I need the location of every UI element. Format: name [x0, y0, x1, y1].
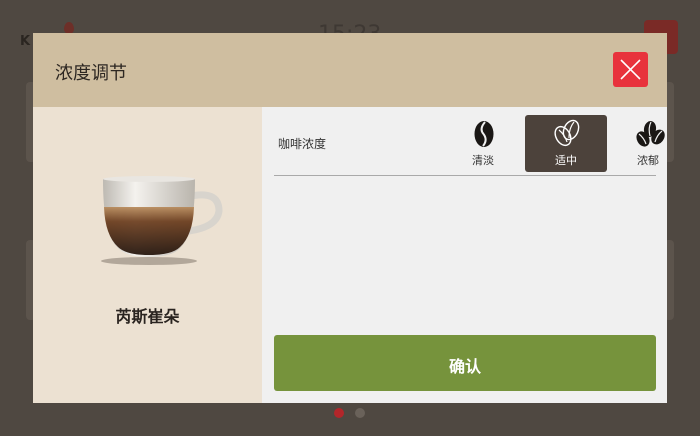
strength-dialog: 浓度调节 芮斯崔朵 咖啡浓度 清淡 适中 浓郁 确认	[33, 33, 667, 403]
double-bean-icon	[554, 119, 580, 147]
strength-option-light[interactable]: 清淡	[442, 115, 524, 172]
close-button[interactable]	[613, 52, 648, 87]
strength-option-medium[interactable]: 适中	[525, 115, 607, 172]
product-panel: 芮斯崔朵	[33, 107, 262, 403]
strength-option-strong-label: 浓郁	[637, 154, 659, 167]
page-dot	[355, 408, 365, 418]
product-name: 芮斯崔朵	[115, 307, 180, 326]
page-dot-active	[334, 408, 344, 418]
strength-option-strong[interactable]: 浓郁	[607, 115, 667, 172]
triple-bean-icon	[636, 121, 665, 147]
background-logo: K	[20, 34, 31, 49]
strength-label: 咖啡浓度	[278, 137, 327, 151]
confirm-button[interactable]: 确认	[274, 335, 656, 391]
dialog-header: 浓度调节	[33, 33, 667, 107]
strength-option-medium-label: 适中	[555, 154, 577, 167]
close-icon	[620, 59, 641, 80]
coffee-cup-image	[91, 175, 225, 267]
divider	[274, 175, 656, 176]
strength-option-light-label: 清淡	[472, 154, 494, 167]
strength-panel: 咖啡浓度 清淡 适中 浓郁 确认	[262, 107, 667, 403]
single-bean-icon	[474, 121, 494, 147]
dialog-title: 浓度调节	[55, 63, 127, 84]
confirm-button-label: 确认	[448, 357, 481, 376]
